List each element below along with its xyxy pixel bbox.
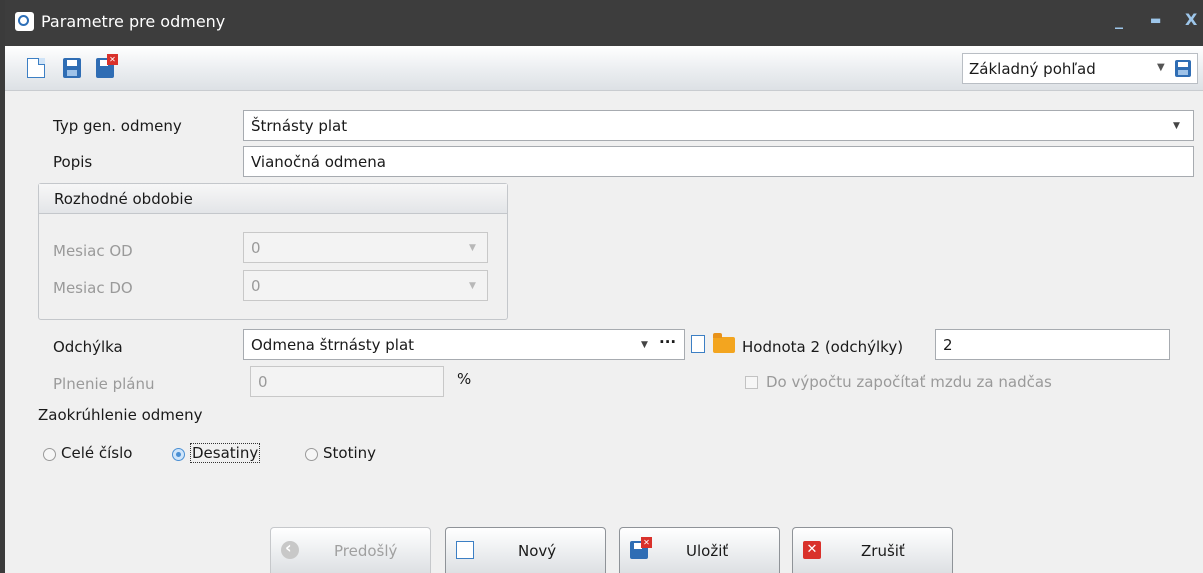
save-icon[interactable] xyxy=(63,58,81,78)
nadcas-checkbox[interactable] xyxy=(745,376,758,389)
new-document-icon xyxy=(456,541,474,559)
minimize-button[interactable]: _ xyxy=(1115,10,1123,29)
odchylka-select[interactable]: Odmena štrnásty plat xyxy=(243,329,685,360)
radio-cele-cislo[interactable] xyxy=(43,448,56,461)
odchylka-chevron-icon[interactable]: ▼ xyxy=(641,340,648,350)
save-and-close-icon[interactable] xyxy=(96,54,118,78)
view-select-value: Základný pohľad xyxy=(969,60,1096,78)
mesiac-od-label: Mesiac OD xyxy=(53,242,133,260)
hodnota2-input[interactable]: 2 xyxy=(935,329,1170,360)
hodnota2-value: 2 xyxy=(943,336,953,354)
new-button[interactable]: Nový xyxy=(445,527,606,573)
cancel-button[interactable]: ✕ Zrušiť xyxy=(792,527,953,573)
plnenie-input[interactable]: 0 xyxy=(250,366,444,397)
open-folder-icon[interactable] xyxy=(713,333,735,353)
mesiac-do-label: Mesiac DO xyxy=(53,279,133,297)
new-document-icon[interactable] xyxy=(691,335,705,353)
app-clock-icon xyxy=(15,12,34,31)
odchylka-value: Odmena štrnásty plat xyxy=(251,336,415,354)
mesiac-do-chevron-icon[interactable]: ▼ xyxy=(469,281,476,291)
prev-button[interactable]: Predošlý xyxy=(270,527,431,573)
radio-label-desatiny[interactable]: Desatiny xyxy=(190,443,261,463)
typ-value: Štrnásty plat xyxy=(251,117,348,135)
odchylka-more-button[interactable]: ··· xyxy=(659,333,676,351)
radio-desatiny[interactable] xyxy=(172,448,185,461)
cancel-button-label: Zrušiť xyxy=(861,542,905,560)
arrow-left-icon xyxy=(281,538,299,559)
save-view-icon[interactable] xyxy=(1175,60,1191,77)
odchylka-label: Odchýlka xyxy=(53,338,123,356)
cancel-x-icon: ✕ xyxy=(803,541,821,559)
group-header: Rozhodné obdobie xyxy=(39,184,507,214)
typ-select[interactable]: Štrnásty plat xyxy=(243,110,1194,141)
zaokruhlenie-label: Zaokrúhlenie odmeny xyxy=(38,406,203,424)
popis-input[interactable]: Vianočná odmena xyxy=(243,146,1194,177)
save-button[interactable]: Uložiť xyxy=(619,527,780,573)
plnenie-label: Plnenie plánu xyxy=(53,375,155,393)
mesiac-od-chevron-icon[interactable]: ▼ xyxy=(469,243,476,253)
maximize-button[interactable]: ▬ xyxy=(1150,13,1161,27)
typ-label: Typ gen. odmeny xyxy=(53,117,182,135)
group-title: Rozhodné obdobie xyxy=(54,190,193,208)
save-button-label: Uložiť xyxy=(686,542,729,560)
view-select[interactable]: Základný pohľad ▼ xyxy=(962,53,1198,84)
radio-label-cele-cislo[interactable]: Celé číslo xyxy=(61,444,132,462)
window: Parametre pre odmeny _ ▬ X Základný pohľ… xyxy=(0,0,1203,573)
radio-label-stotiny[interactable]: Stotiny xyxy=(323,444,376,462)
typ-chevron-down-icon[interactable]: ▼ xyxy=(1173,121,1180,131)
hodnota2-label: Hodnota 2 (odchýlky) xyxy=(742,338,904,356)
chevron-down-icon[interactable]: ▼ xyxy=(1157,62,1165,73)
percent-unit: % xyxy=(457,370,472,388)
save-icon xyxy=(630,537,652,559)
mesiac-do-select[interactable]: 0 xyxy=(243,270,488,301)
new-button-label: Nový xyxy=(518,542,557,560)
nadcas-label: Do výpočtu započítať mzdu za nadčas xyxy=(766,373,1052,391)
window-title: Parametre pre odmeny xyxy=(41,12,226,31)
radio-stotiny[interactable] xyxy=(305,448,318,461)
mesiac-do-value: 0 xyxy=(251,277,261,295)
mesiac-od-select[interactable]: 0 xyxy=(243,232,488,263)
popis-label: Popis xyxy=(53,153,93,171)
title-bar: Parametre pre odmeny _ ▬ X xyxy=(5,0,1203,46)
popis-value: Vianočná odmena xyxy=(251,153,386,171)
prev-button-label: Predošlý xyxy=(334,542,398,560)
mesiac-od-value: 0 xyxy=(251,239,261,257)
close-button[interactable]: X xyxy=(1185,10,1197,29)
plnenie-value: 0 xyxy=(258,373,268,391)
new-document-icon[interactable] xyxy=(27,58,45,78)
